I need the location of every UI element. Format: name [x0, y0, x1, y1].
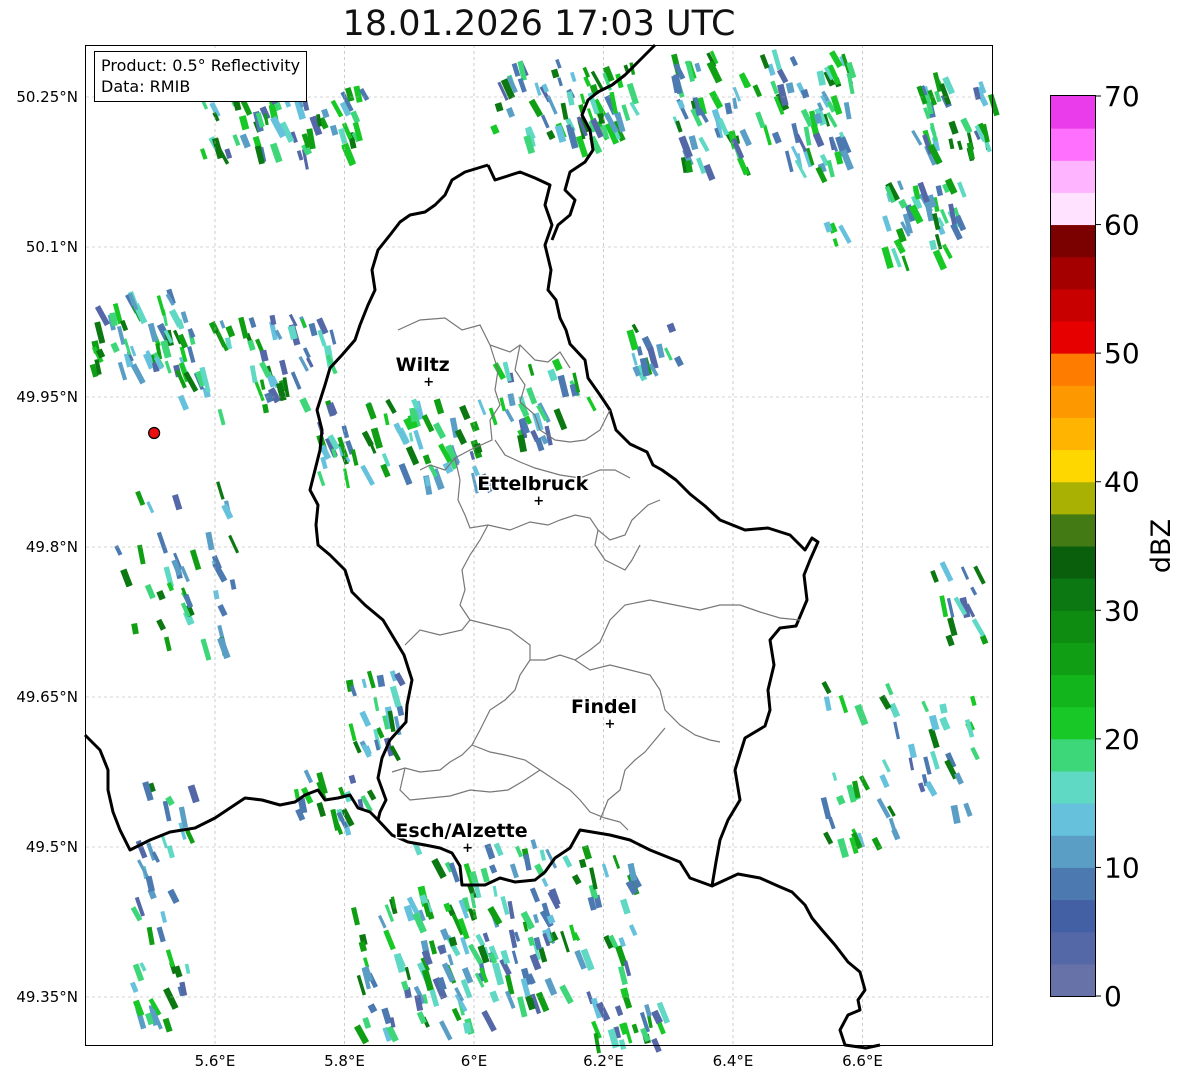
- colorbar-block: [1051, 610, 1095, 643]
- colorbar-block: [1051, 192, 1095, 226]
- colorbar-block: [1051, 835, 1095, 868]
- colorbar-block: [1051, 899, 1095, 933]
- colorbar-tick-label: 50: [1104, 337, 1140, 370]
- info-box: Product: 0.5° Reflectivity Data: RMIB: [94, 51, 308, 102]
- colorbar-label: dBZ: [1146, 519, 1177, 573]
- colorbar-tick-label: 30: [1104, 594, 1140, 627]
- colorbar-block: [1051, 867, 1095, 901]
- colorbar-block: [1051, 546, 1095, 579]
- colorbar-tick-label: 0: [1104, 980, 1122, 1013]
- colorbar-block: [1051, 160, 1095, 193]
- colorbar-block: [1051, 96, 1095, 129]
- colorbar-tick-label: 10: [1104, 851, 1140, 884]
- colorbar-tick-label: 70: [1104, 80, 1140, 113]
- colorbar-block: [1051, 771, 1095, 804]
- colorbar-block: [1051, 738, 1095, 772]
- data-source-text: Data: RMIB: [101, 77, 191, 96]
- colorbar-tick-label: 20: [1104, 723, 1140, 756]
- colorbar-blocks: [1051, 96, 1095, 997]
- colorbar-block: [1051, 256, 1095, 290]
- colorbar-block: [1051, 674, 1095, 708]
- colorbar: 0 10 20 30 40 50 60 70 dBZ: [1050, 80, 1177, 1013]
- product-text: Product: 0.5° Reflectivity: [101, 56, 301, 75]
- colorbar-block: [1051, 417, 1095, 451]
- colorbar-block: [1051, 353, 1095, 386]
- colorbar-block: [1051, 706, 1095, 740]
- colorbar-block: [1051, 385, 1095, 418]
- colorbar-block: [1051, 578, 1095, 611]
- colorbar-block: [1051, 481, 1095, 515]
- colorbar-block: [1051, 963, 1095, 997]
- colorbar-block: [1051, 321, 1095, 354]
- colorbar-ticks: 0 10 20 30 40 50 60 70: [1095, 80, 1140, 1013]
- colorbar-block: [1051, 513, 1095, 547]
- colorbar-block: [1051, 642, 1095, 676]
- colorbar-tick-label: 60: [1104, 209, 1140, 242]
- colorbar-block: [1051, 803, 1095, 836]
- colorbar-block: [1051, 449, 1095, 483]
- colorbar-block: [1051, 224, 1095, 258]
- colorbar-block: [1051, 288, 1095, 322]
- colorbar-tick-label: 40: [1104, 466, 1140, 499]
- colorbar-block: [1051, 128, 1095, 161]
- colorbar-block: [1051, 931, 1095, 965]
